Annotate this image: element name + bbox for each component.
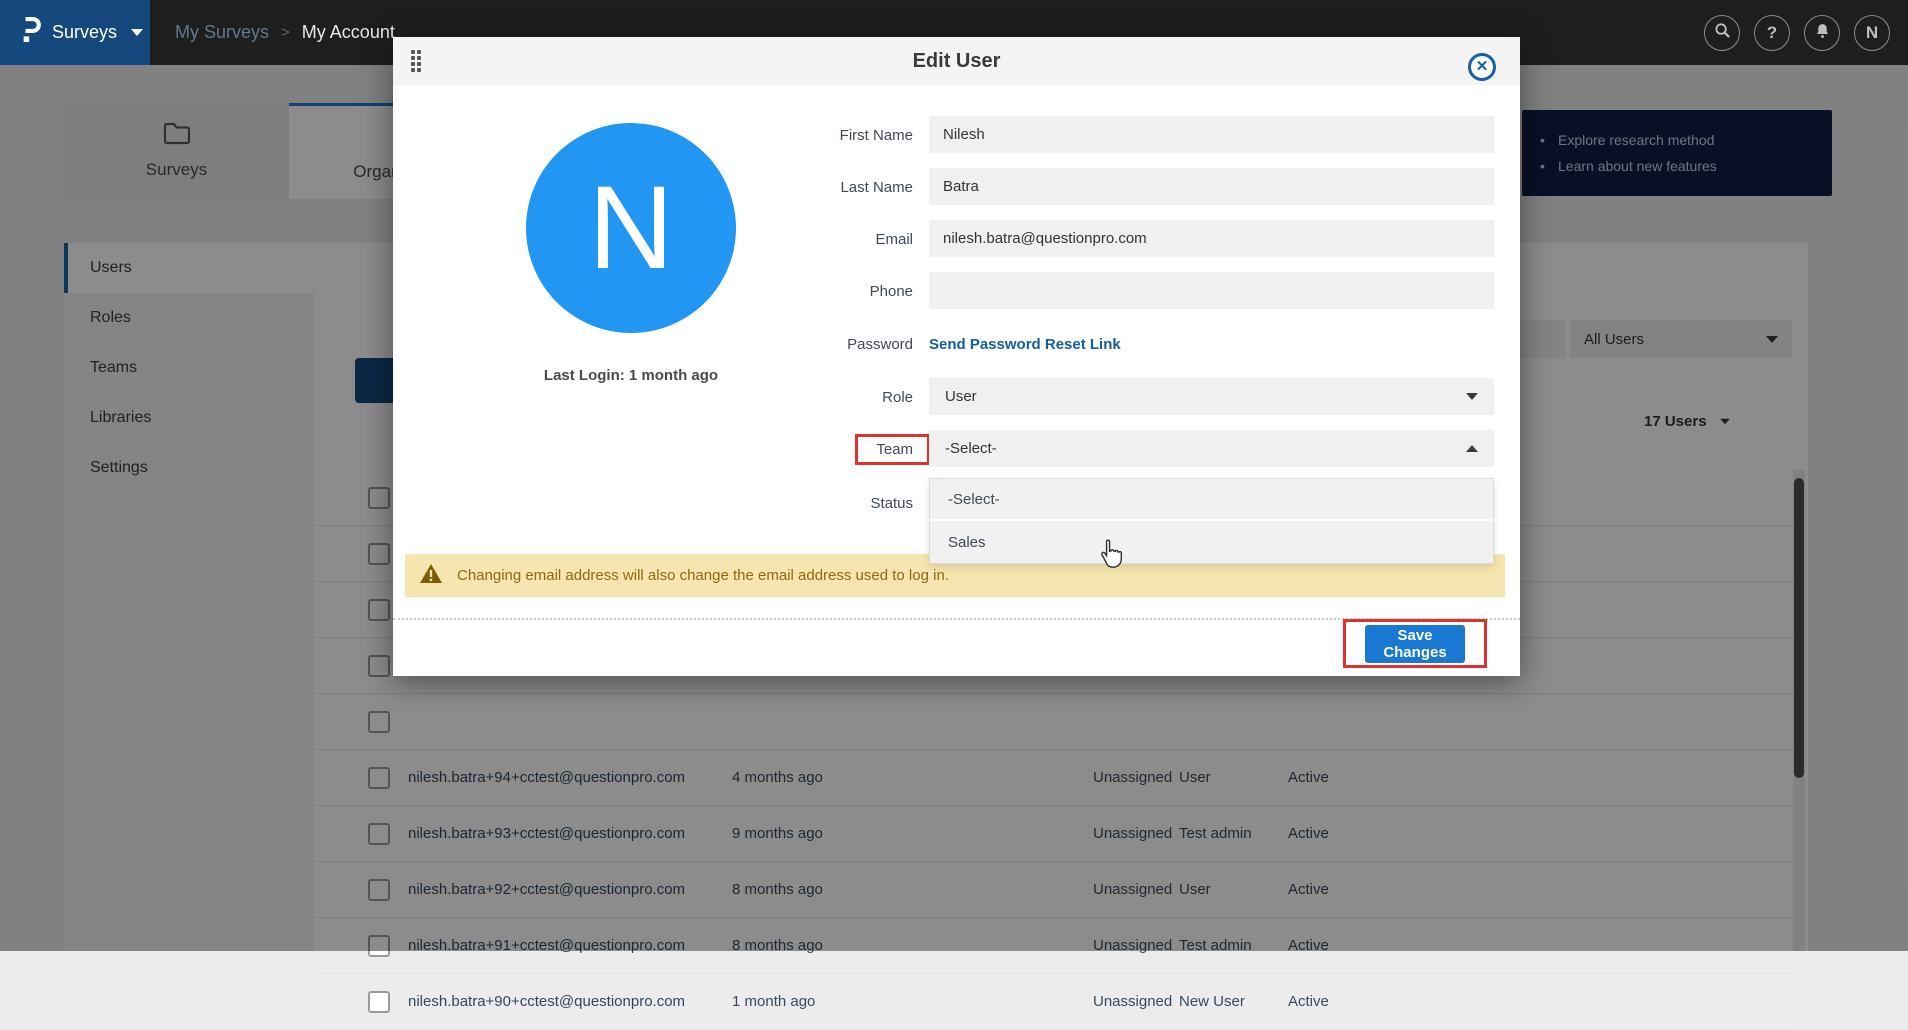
avatar-initial: N bbox=[1866, 23, 1878, 43]
user-avatar-button[interactable]: N bbox=[1854, 15, 1890, 51]
team-value: -Select- bbox=[945, 440, 997, 457]
phone-label: Phone bbox=[753, 283, 913, 300]
warning-icon bbox=[419, 563, 443, 588]
questionpro-logo-icon bbox=[20, 15, 42, 50]
role-select[interactable]: User bbox=[929, 378, 1494, 415]
chevron-down-icon bbox=[131, 29, 143, 36]
save-changes-button[interactable]: Save Changes bbox=[1365, 625, 1465, 663]
team-dropdown-panel: -Select- Sales bbox=[929, 478, 1494, 564]
app-menu[interactable]: Surveys bbox=[0, 0, 150, 65]
notifications-button[interactable] bbox=[1804, 15, 1840, 51]
role-value: User bbox=[945, 388, 977, 405]
chevron-down-icon bbox=[1466, 393, 1478, 400]
password-label: Password bbox=[753, 336, 913, 353]
chevron-up-icon bbox=[1466, 445, 1478, 452]
breadcrumb-my-surveys[interactable]: My Surveys bbox=[175, 22, 269, 43]
search-button[interactable] bbox=[1704, 15, 1740, 51]
cell-role: New User bbox=[1179, 993, 1245, 1010]
team-option-sales[interactable]: Sales bbox=[930, 521, 1493, 563]
app-menu-label: Surveys bbox=[52, 22, 117, 43]
send-password-reset-link[interactable]: Send Password Reset Link bbox=[929, 336, 1121, 353]
email-label: Email bbox=[753, 231, 913, 248]
modal-header: Edit User ✕ bbox=[393, 37, 1520, 85]
cell-team: Unassigned bbox=[1093, 993, 1172, 1010]
cell-email[interactable]: nilesh.batra+90+cctest@questionpro.com bbox=[408, 993, 685, 1010]
breadcrumb: My Surveys > My Account bbox=[175, 0, 395, 65]
role-label: Role bbox=[753, 389, 913, 406]
breadcrumb-my-account: My Account bbox=[302, 22, 395, 43]
team-select[interactable]: -Select- bbox=[929, 430, 1494, 467]
close-icon[interactable]: ✕ bbox=[1468, 53, 1496, 81]
last-login-label: Last Login: 1 month ago bbox=[451, 367, 811, 384]
first-name-input[interactable] bbox=[929, 116, 1494, 153]
annotation-highlight-team bbox=[855, 434, 930, 465]
edit-user-modal: Edit User ✕ N Last Login: 1 month ago Fi… bbox=[393, 37, 1520, 676]
phone-input[interactable] bbox=[929, 272, 1494, 309]
bell-icon bbox=[1814, 22, 1831, 44]
modal-title: Edit User bbox=[393, 37, 1520, 85]
navbar-actions: ? N bbox=[1704, 0, 1890, 65]
help-icon: ? bbox=[1767, 23, 1777, 43]
table-row: nilesh.batra+90+cctest@questionpro.com 1… bbox=[314, 974, 1794, 1030]
team-option-select[interactable]: -Select- bbox=[930, 479, 1493, 521]
avatar-initial: N bbox=[588, 160, 673, 296]
mouse-cursor bbox=[1096, 538, 1124, 575]
cell-last-login: 1 month ago bbox=[732, 993, 815, 1010]
cell-status: Active bbox=[1288, 993, 1329, 1010]
status-label: Status bbox=[753, 495, 913, 512]
last-name-input[interactable] bbox=[929, 168, 1494, 205]
first-name-label: First Name bbox=[753, 127, 913, 144]
warning-text: Changing email address will also change … bbox=[457, 567, 949, 584]
drag-handle-icon[interactable] bbox=[411, 50, 425, 74]
last-name-label: Last Name bbox=[753, 179, 913, 196]
row-checkbox[interactable] bbox=[368, 991, 390, 1013]
search-icon bbox=[1714, 22, 1731, 44]
user-avatar: N bbox=[526, 123, 736, 333]
email-input[interactable] bbox=[929, 220, 1494, 257]
help-button[interactable]: ? bbox=[1754, 15, 1790, 51]
breadcrumb-separator: > bbox=[281, 24, 290, 41]
